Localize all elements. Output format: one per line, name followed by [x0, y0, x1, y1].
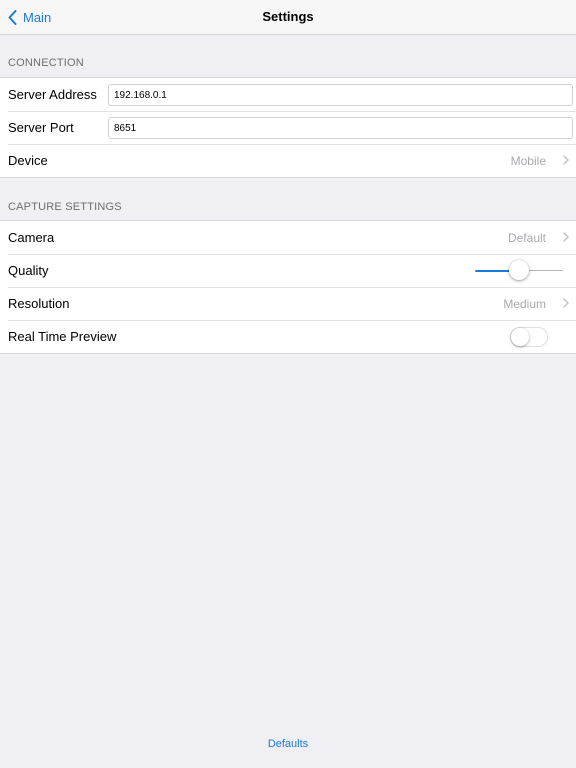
page-title: Settings [262, 9, 314, 24]
server-port-label: Server Port [8, 120, 74, 135]
chevron-right-icon [563, 298, 569, 308]
navigation-bar: Main Settings [0, 0, 576, 35]
resolution-label: Resolution [8, 296, 70, 311]
resolution-value: Medium [503, 296, 546, 311]
section-header-connection: CONNECTION [8, 57, 84, 69]
camera-row[interactable]: Camera Default [0, 221, 576, 254]
device-value: Mobile [510, 153, 546, 168]
resolution-row[interactable]: Resolution Medium [0, 287, 576, 320]
camera-label: Camera [8, 230, 55, 245]
server-address-row: Server Address 192.168.0.1 [0, 78, 576, 111]
section-header-capture: CAPTURE SETTINGS [8, 201, 122, 213]
toggle-knob [511, 328, 529, 346]
quality-row: Quality [0, 254, 576, 287]
server-port-row: Server Port 8651 [0, 111, 576, 144]
device-label: Device [8, 153, 48, 168]
server-port-input[interactable]: 8651 [108, 117, 573, 139]
slider-thumb[interactable] [509, 260, 529, 280]
device-row[interactable]: Device Mobile [0, 144, 576, 177]
server-address-label: Server Address [8, 87, 97, 102]
camera-value: Default [507, 230, 546, 245]
chevron-right-icon [563, 155, 569, 165]
real-time-preview-toggle[interactable] [510, 327, 548, 347]
quality-label: Quality [8, 263, 49, 278]
connection-group: Server Address 192.168.0.1 Server Port 8… [0, 77, 576, 178]
quality-slider[interactable] [475, 254, 563, 287]
defaults-button[interactable]: Defaults [0, 738, 576, 750]
capture-group: Camera Default Quality Resolution Medium… [0, 220, 576, 354]
real-time-preview-label: Real Time Preview [8, 329, 117, 344]
server-address-input[interactable]: 192.168.0.1 [108, 84, 573, 106]
chevron-right-icon [563, 232, 569, 242]
real-time-preview-row: Real Time Preview [0, 320, 576, 353]
